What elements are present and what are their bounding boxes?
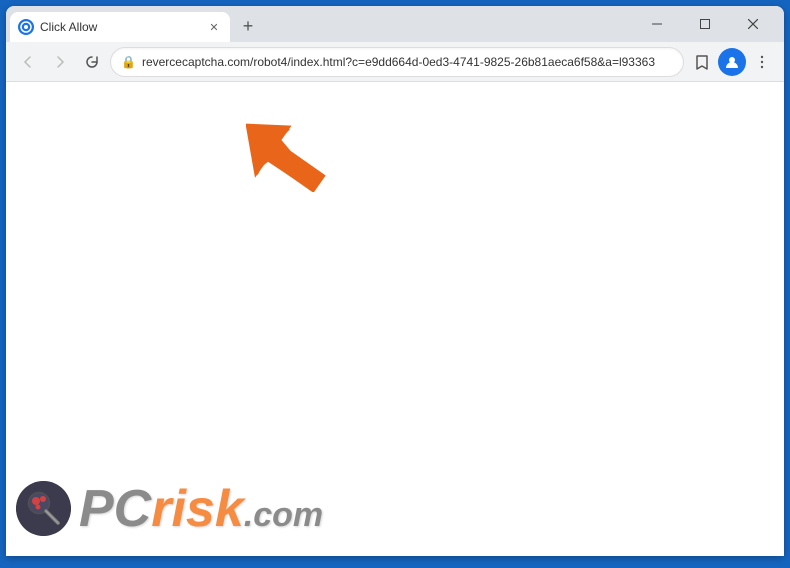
watermark-logo [16, 481, 71, 536]
lock-icon: 🔒 [121, 55, 136, 69]
address-bar[interactable]: 🔒 revercecaptcha.com/robot4/index.html?c… [110, 47, 684, 77]
watermark-dotcom: .com [244, 498, 323, 532]
url-text: revercecaptcha.com/robot4/index.html?c=e… [142, 55, 673, 69]
title-bar: Click Allow ✕ + [6, 6, 784, 42]
forward-button[interactable] [46, 48, 74, 76]
reload-button[interactable] [78, 48, 106, 76]
tab-strip: Click Allow ✕ + [6, 6, 626, 42]
minimize-button[interactable] [634, 6, 680, 42]
watermark-risk: risk [151, 483, 244, 535]
menu-button[interactable] [748, 48, 776, 76]
browser-window: Click Allow ✕ + [6, 6, 784, 556]
new-tab-button[interactable]: + [234, 12, 262, 40]
close-button[interactable] [730, 6, 776, 42]
maximize-button[interactable] [682, 6, 728, 42]
toolbar-actions [688, 48, 776, 76]
tab-title: Click Allow [40, 20, 200, 34]
tab-close-button[interactable]: ✕ [206, 19, 222, 35]
arrow-container [246, 112, 331, 202]
watermark: PC risk .com [16, 481, 323, 536]
watermark-text: PC risk .com [79, 483, 323, 535]
back-button[interactable] [14, 48, 42, 76]
active-tab[interactable]: Click Allow ✕ [10, 12, 230, 42]
watermark-pc: PC [79, 483, 151, 535]
arrow-icon [246, 112, 326, 192]
bookmark-button[interactable] [688, 48, 716, 76]
tab-favicon [18, 19, 34, 35]
pcrisk-logo-icon [16, 481, 71, 536]
toolbar: 🔒 revercecaptcha.com/robot4/index.html?c… [6, 42, 784, 82]
page-content: PC risk .com [6, 82, 784, 556]
profile-button[interactable] [718, 48, 746, 76]
window-controls [626, 6, 784, 42]
